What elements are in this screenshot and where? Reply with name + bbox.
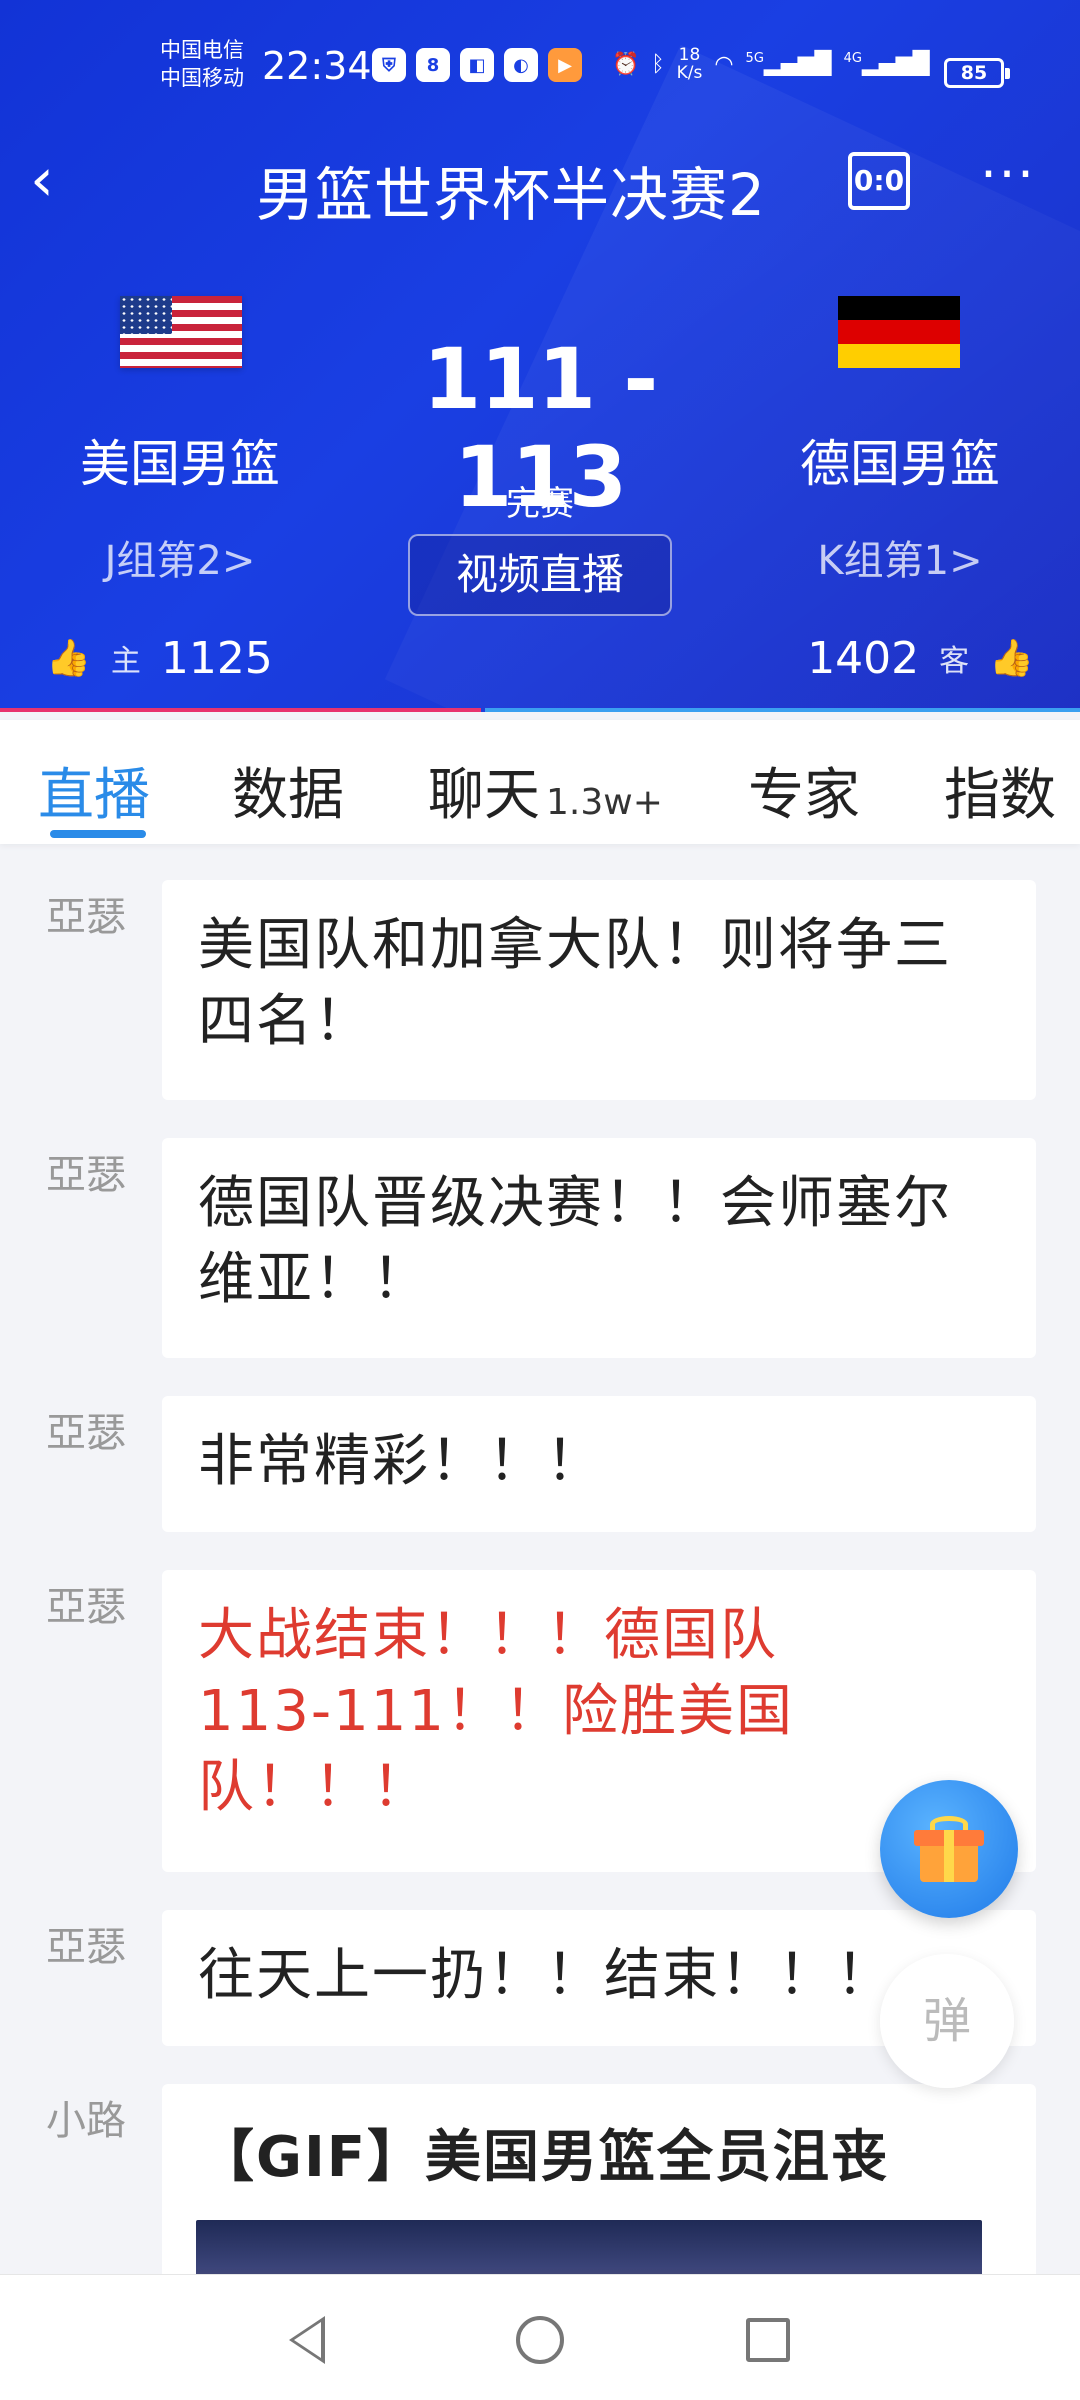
clock: 22:34 — [262, 44, 372, 88]
page-title: 男篮世界杯半决赛2 — [256, 161, 766, 229]
comment-author: 亞瑟 — [46, 894, 126, 940]
tab-chat[interactable]: 聊天 1.3w+ — [428, 750, 663, 831]
gift-icon — [914, 1816, 984, 1882]
circle-home-icon — [516, 2316, 564, 2364]
alarm-icon: ⏰ — [612, 51, 640, 77]
back-button[interactable]: ‹ — [30, 150, 86, 216]
match-header: 中国电信 中国移动 22:34 ⛨ 8 ◧ ◐ ▶ ⏰ ᛒ 18 K/s ◠ 5… — [0, 0, 1080, 712]
comment-author: 小路 — [46, 2098, 126, 2144]
system-nav-bar — [0, 2274, 1080, 2400]
home-vote-share — [0, 708, 481, 712]
triangle-back-icon — [289, 2316, 325, 2364]
active-tab-indicator — [50, 830, 146, 838]
gif-post[interactable]: 【GIF】美国男篮全员沮丧 — [162, 2084, 1036, 2274]
thumbs-up-icon: 👍 — [46, 638, 91, 679]
danmaku-button[interactable]: 弹 — [880, 1954, 1014, 2088]
scoreboard-icon[interactable]: 0:0 — [848, 152, 910, 210]
comment-author: 亞瑟 — [46, 1152, 126, 1198]
carrier-2: 中国移动 — [160, 66, 244, 90]
status-bar: 中国电信 中国移动 22:34 ⛨ 8 ◧ ◐ ▶ ⏰ ᛒ 18 K/s ◠ 5… — [0, 30, 1080, 110]
tab-live[interactable]: 直播 — [38, 750, 150, 831]
comment-text: 德国队晋级决赛！！会师塞尔维亚！！ — [162, 1138, 1036, 1358]
news-app-icon: ◧ — [460, 48, 494, 82]
gif-title: 【GIF】美国男篮全员沮丧 — [198, 2125, 890, 2190]
square-recents-icon — [746, 2318, 790, 2362]
tab-experts[interactable]: 专家 — [748, 750, 860, 831]
usa-flag-icon — [120, 296, 242, 368]
wifi-icon: ◠ — [714, 51, 734, 77]
battery-icon: 85 — [944, 58, 1010, 88]
tab-bar: 直播 数据 聊天 1.3w+ 专家 指数 — [0, 720, 1080, 844]
carrier-names: 中国电信 中国移动 — [160, 36, 244, 92]
app-8-icon: 8 — [416, 48, 450, 82]
signal-1: 5G▂▄▆█ — [745, 51, 832, 77]
away-tag: 客 — [939, 644, 970, 679]
more-options-button[interactable]: ··· — [968, 149, 1048, 210]
home-team-name[interactable]: 美国男篮 — [50, 424, 310, 496]
shield-app-icon: ⛨ — [372, 48, 406, 82]
comment-author: 亞瑟 — [46, 1924, 126, 1970]
nav-recents-button[interactable] — [733, 2305, 803, 2375]
video-app-icon: ▶ — [548, 48, 582, 82]
thumbs-up-icon: 👍 — [989, 638, 1034, 679]
carrier-1: 中国电信 — [160, 38, 244, 62]
away-vote-count: 1402 — [807, 632, 920, 684]
chat-count-badge: 1.3w+ — [546, 782, 663, 823]
gif-image[interactable] — [196, 2220, 982, 2274]
away-group-link[interactable]: K组第1> — [770, 528, 1030, 586]
match-status: 完赛 — [506, 484, 574, 524]
comment-author: 亞瑟 — [46, 1584, 126, 1630]
home-tag: 主 — [110, 644, 141, 679]
comment-text: 非常精彩！！！ — [162, 1396, 1036, 1532]
browser-app-icon: ◐ — [504, 48, 538, 82]
video-live-button[interactable]: 视频直播 — [408, 534, 672, 616]
nav-back-button[interactable] — [272, 2305, 342, 2375]
germany-flag-icon — [838, 296, 960, 368]
tab-data[interactable]: 数据 — [232, 750, 344, 831]
notification-icons: ⛨ 8 ◧ ◐ ▶ — [372, 48, 582, 82]
comment-author: 亞瑟 — [46, 1410, 126, 1456]
system-indicators: ⏰ ᛒ 18 K/s ◠ 5G▂▄▆█ 4G▂▄▆█ — [612, 46, 930, 82]
home-vote-button[interactable]: 👍 主 1125 — [46, 630, 273, 686]
vote-ratio-bar — [0, 708, 1080, 712]
nav-home-button[interactable] — [505, 2305, 575, 2375]
home-vote-count: 1125 — [160, 632, 273, 684]
home-group-link[interactable]: J组第2> — [50, 528, 310, 586]
gift-button[interactable] — [880, 1780, 1018, 1918]
tab-odds[interactable]: 指数 — [944, 750, 1056, 831]
tab-chat-label: 聊天 — [428, 763, 540, 828]
away-team-name[interactable]: 德国男篮 — [770, 424, 1030, 496]
away-vote-button[interactable]: 1402 客 👍 — [807, 630, 1034, 686]
comment-text: 美国队和加拿大队！则将争三四名！ — [162, 880, 1036, 1100]
away-vote-share — [484, 708, 1080, 712]
signal-2: 4G▂▄▆█ — [843, 51, 930, 77]
bluetooth-icon: ᛒ — [651, 51, 665, 77]
network-speed: 18 K/s — [676, 45, 703, 83]
